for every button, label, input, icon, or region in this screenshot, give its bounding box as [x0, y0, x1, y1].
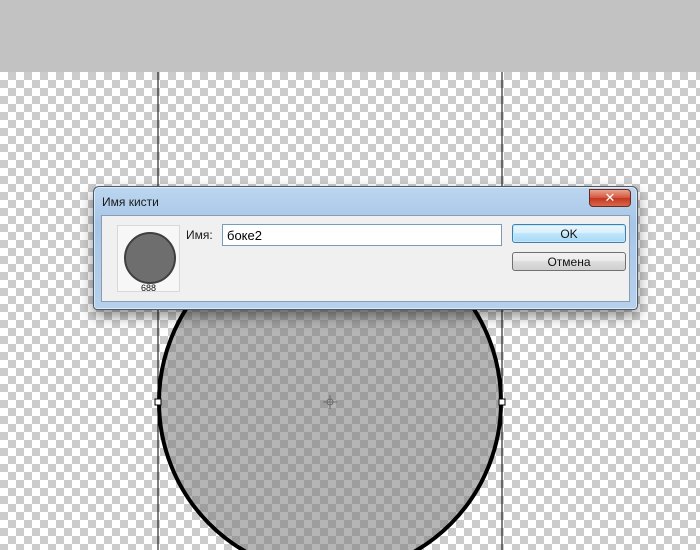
ok-button[interactable]: OK — [512, 224, 626, 243]
brush-size-label: 688 — [140, 283, 157, 293]
brush-name-dialog: Имя кисти ✕ 688 Имя: OK Отмена — [93, 186, 638, 310]
ok-button-label: OK — [560, 226, 578, 241]
cancel-button-label: Отмена — [547, 254, 591, 269]
name-input[interactable] — [222, 224, 502, 246]
document-canvas[interactable] — [0, 72, 700, 550]
brush-preview: 688 — [117, 225, 180, 293]
dialog-title: Имя кисти — [102, 195, 159, 209]
close-button[interactable]: ✕ — [589, 189, 631, 207]
transform-handle-right — [498, 398, 506, 406]
workspace-top-area — [0, 0, 700, 72]
cancel-button[interactable]: Отмена — [512, 252, 626, 271]
transform-handle-left — [154, 398, 162, 406]
brush-tip-icon — [124, 232, 176, 284]
name-label: Имя: — [186, 228, 213, 242]
close-icon: ✕ — [604, 190, 616, 205]
canvas-drawing — [154, 72, 506, 550]
dialog-content: 688 Имя: OK Отмена — [101, 215, 630, 302]
